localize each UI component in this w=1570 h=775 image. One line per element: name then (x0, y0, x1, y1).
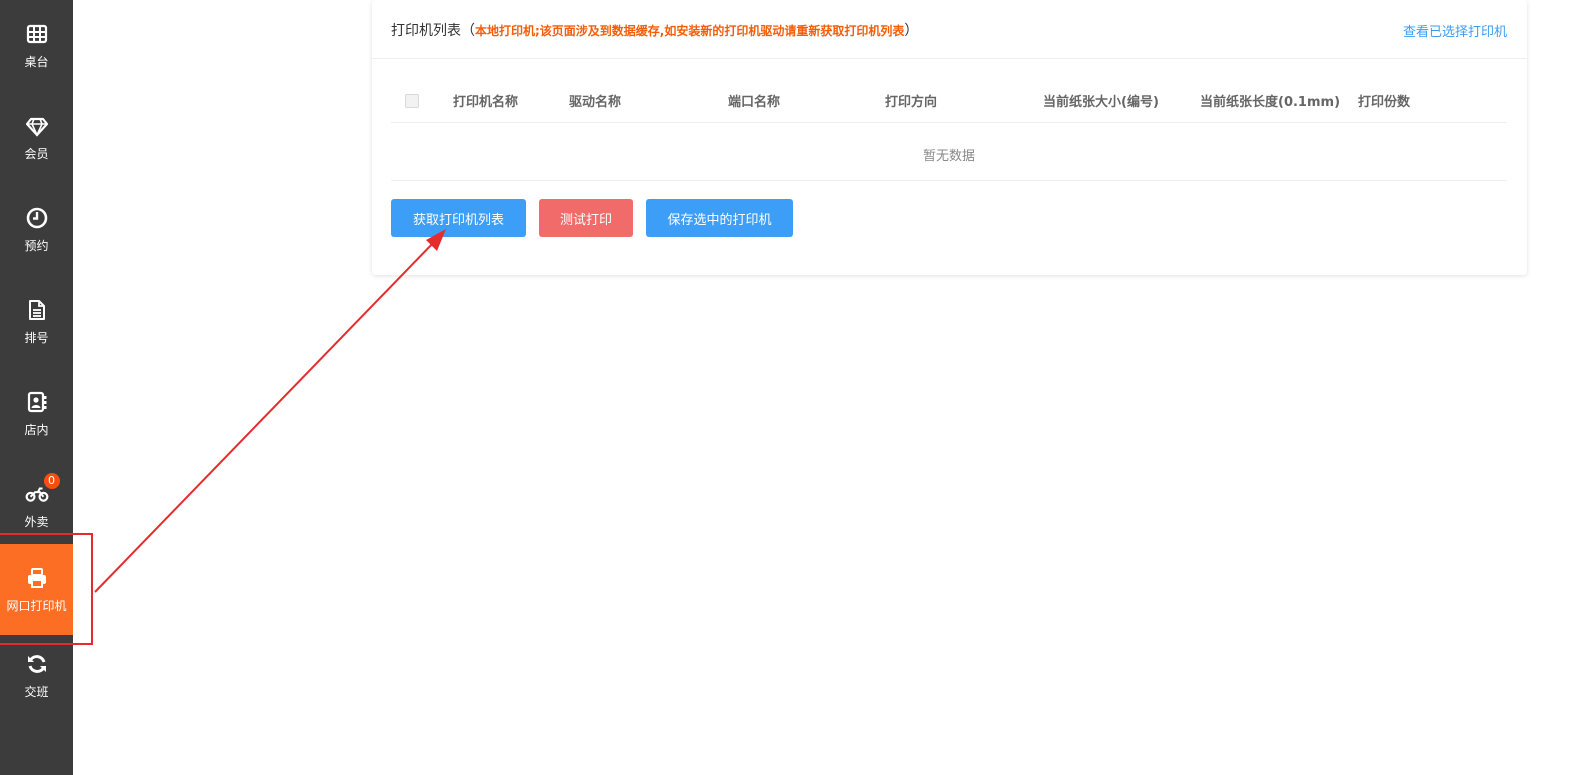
title-text: 打印机列表 (391, 23, 461, 39)
motorcycle-icon: 0 (25, 473, 60, 506)
sidebar-item-label: 会员 (24, 147, 49, 161)
sidebar-item-takeout[interactable]: 0 外卖 (0, 460, 73, 552)
document-icon (25, 298, 49, 322)
column-header: 当前纸张大小(编号) (1043, 95, 1159, 110)
sidebar-item-label: 排号 (24, 331, 49, 345)
sidebar: 桌台 会员 预约 排号 店内 0 外卖 网口打印机 交班 (0, 0, 73, 775)
column-header: 打印机名称 (453, 95, 519, 110)
test-print-button[interactable]: 测试打印 (539, 199, 633, 237)
sidebar-item-label: 外卖 (24, 515, 49, 529)
sidebar-item-dine-in[interactable]: 店内 (0, 368, 73, 460)
column-header: 当前纸张长度(0.1mm) (1200, 95, 1341, 110)
column-header: 打印方向 (885, 95, 938, 110)
page-title: 打印机列表（本地打印机;该页面涉及到数据缓存,如安装新的打印机驱动请重新获取打印… (391, 20, 918, 40)
sidebar-item-tables[interactable]: 桌台 (0, 0, 73, 92)
cache-warning-text: 本地打印机;该页面涉及到数据缓存,如安装新的打印机驱动请重新获取打印机列表 (475, 24, 905, 38)
sidebar-item-label: 交班 (24, 685, 49, 699)
sidebar-item-reservation[interactable]: 预约 (0, 184, 73, 276)
fetch-printer-list-button[interactable]: 获取打印机列表 (391, 199, 526, 237)
contact-book-icon (25, 390, 49, 414)
sidebar-item-label: 预约 (24, 239, 49, 253)
select-all-checkbox[interactable] (405, 94, 419, 108)
sidebar-item-label: 网口打印机 (6, 598, 67, 613)
sidebar-item-label: 店内 (24, 423, 49, 437)
sidebar-item-label: 桌台 (24, 55, 49, 69)
refresh-icon (25, 652, 49, 676)
sidebar-item-shift-handover[interactable]: 交班 (0, 630, 73, 722)
table-header: 打印机名称 驱动名称 端口名称 打印方向 当前纸张大小(编号) 当前纸张长度(0… (391, 80, 1507, 123)
save-selected-printer-button[interactable]: 保存选中的打印机 (646, 199, 793, 237)
column-header: 打印份数 (1358, 95, 1411, 110)
printer-icon (25, 566, 49, 590)
empty-state-text: 暂无数据 (922, 149, 975, 164)
table-grid-icon (25, 22, 49, 46)
column-header: 端口名称 (728, 95, 781, 110)
title-paren-close: ） (904, 23, 919, 39)
printer-table: 打印机名称 驱动名称 端口名称 打印方向 当前纸张大小(编号) 当前纸张长度(0… (391, 80, 1507, 181)
diamond-icon (25, 114, 49, 138)
view-selected-printers-link[interactable]: 查看已选择打印机 (1403, 21, 1507, 40)
card-header: 打印机列表（本地打印机;该页面涉及到数据缓存,如安装新的打印机驱动请重新获取打印… (372, 0, 1527, 59)
table-empty-row: 暂无数据 (391, 123, 1507, 181)
clock-icon (25, 206, 49, 230)
sidebar-item-members[interactable]: 会员 (0, 92, 73, 184)
title-paren-open: （ (461, 23, 475, 39)
sidebar-item-network-printer[interactable]: 网口打印机 (0, 544, 73, 635)
takeout-count-badge: 0 (43, 473, 60, 489)
printer-list-card: 打印机列表（本地打印机;该页面涉及到数据缓存,如安装新的打印机驱动请重新获取打印… (372, 0, 1527, 275)
sidebar-item-queue[interactable]: 排号 (0, 276, 73, 368)
annotation-arrow-line (94, 239, 437, 593)
column-header: 驱动名称 (569, 95, 622, 110)
